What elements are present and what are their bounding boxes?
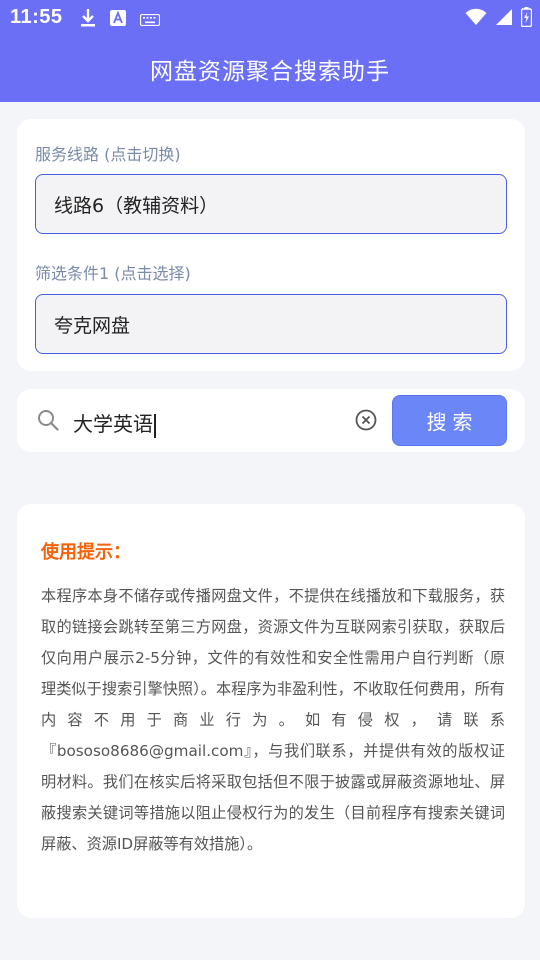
- search-input[interactable]: 大学英语: [73, 408, 156, 438]
- signal-icon: [495, 8, 513, 30]
- download-icon: [80, 8, 96, 32]
- route-label: 服务线路 (点击切换): [35, 145, 181, 164]
- route-selector[interactable]: 线路6（教辅资料）: [35, 174, 507, 234]
- filter-value: 夸克网盘: [54, 314, 131, 337]
- keyboard-icon: [139, 11, 161, 30]
- search-query: 大学英语: [73, 412, 153, 436]
- battery-icon: [520, 7, 533, 31]
- filter-selector[interactable]: 夸克网盘: [35, 294, 507, 354]
- search-icon: [37, 409, 59, 435]
- filter-label: 筛选条件1 (点击选择): [35, 264, 191, 283]
- notice-card: 使用提示： 本程序本身不储存或传播网盘文件，不提供在线播放和下载服务，获取的链接…: [17, 504, 525, 918]
- clear-icon[interactable]: [355, 409, 377, 435]
- status-time: 11:55: [10, 6, 63, 28]
- status-right-icons: [465, 7, 533, 31]
- search-button[interactable]: 搜索: [392, 395, 507, 446]
- wifi-icon: [465, 8, 487, 30]
- page-title: 网盘资源聚合搜索助手: [150, 59, 390, 85]
- status-left-icons: [80, 8, 161, 32]
- notice-title: 使用提示：: [41, 542, 131, 563]
- text-cursor: [154, 413, 156, 438]
- font-a-icon: [110, 10, 126, 30]
- options-card: 服务线路 (点击切换) 线路6（教辅资料） 筛选条件1 (点击选择) 夸克网盘: [17, 119, 525, 371]
- status-bar: 11:55: [0, 0, 540, 36]
- notice-body: 本程序本身不储存或传播网盘文件，不提供在线播放和下载服务，获取的链接会跳转至第三…: [41, 587, 505, 853]
- search-bar: 大学英语 搜索: [17, 389, 525, 452]
- app-header: 11:55 网盘资源聚合搜索助手: [0, 0, 540, 102]
- route-value: 线路6（教辅资料）: [54, 194, 219, 217]
